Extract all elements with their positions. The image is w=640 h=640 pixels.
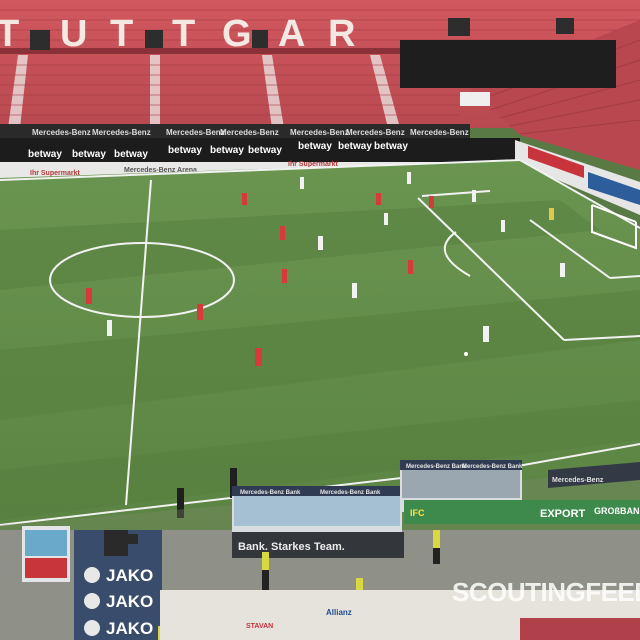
stand-letter: T (172, 13, 195, 55)
stand-letter: T (110, 13, 133, 55)
ad-jako-text: JAKO (106, 619, 153, 638)
away-player (501, 220, 505, 232)
ad-bank-text: Mercedes-Benz Bank (240, 490, 301, 496)
ad-grossbank-text: GROßBANK (594, 506, 640, 516)
home-player (197, 304, 203, 320)
away-player (483, 326, 489, 342)
away-player (318, 236, 323, 250)
ad-betway-text: betway (374, 141, 408, 152)
ad-stavan-text: STAVAN (246, 623, 273, 630)
ad-betway-text: betway (72, 149, 106, 160)
ad-export-text: EXPORT (540, 508, 586, 520)
ad-betway-text: betway (168, 145, 202, 156)
ad-betway-text: betway (338, 141, 372, 152)
ad-jako-text: JAKO (106, 566, 153, 585)
home-player (429, 196, 434, 208)
home-player (376, 193, 381, 205)
ad-jako-text: JAKO (106, 592, 153, 611)
ad-ifc-text: IFC (410, 508, 425, 518)
dugout-box (22, 526, 70, 582)
ad-mercedes-text: Mercedes-Benz (32, 128, 91, 137)
stand-letter: U (60, 13, 87, 55)
home-player (408, 260, 413, 274)
ad-allianz-text: Allianz (326, 608, 352, 617)
ad-betway-text: betway (114, 149, 148, 160)
home-player (282, 269, 287, 283)
ad-mercedes-text: Mercedes-Benz (346, 128, 405, 137)
stand-entrance-box (460, 92, 490, 106)
ad-mercedes-text: Mercedes-Benz (220, 128, 279, 137)
bottom-stand-seats (520, 618, 640, 640)
ad-bank-text: Mercedes-Benz Bank (462, 464, 523, 470)
away-player (107, 320, 112, 336)
away-player (384, 213, 388, 225)
home-player (255, 348, 262, 366)
ad-board-mercedes-upper: Mercedes-Benz Mercedes-Benz Mercedes-Ben… (32, 128, 469, 137)
ad-mercedes-text: Mercedes-Benz (410, 128, 469, 137)
jako-logos: JAKO JAKO JAKO (84, 566, 153, 638)
ad-betway-text: betway (298, 141, 332, 152)
goalkeeper (549, 208, 554, 220)
stadium-broadcast-frame: T U T T G A R Mercedes-Benz Mercedes-Ben… (0, 0, 640, 640)
ad-mercedes-text: Mercedes-Benz (166, 128, 225, 137)
away-player (472, 190, 476, 202)
away-player (407, 172, 411, 184)
stand-letter: T (0, 13, 19, 55)
ball (464, 352, 468, 356)
stand-letter: R (328, 13, 355, 55)
ad-betway-text: betway (248, 145, 282, 156)
away-player (300, 177, 304, 189)
stadium-scene: T U T T G A R Mercedes-Benz Mercedes-Ben… (0, 0, 640, 640)
home-player (280, 226, 285, 240)
ad-betway-text: betway (210, 145, 244, 156)
stand-letter: A (278, 13, 305, 55)
watermark: SCOUTINGFEED (452, 577, 640, 607)
ad-bank-text: Mercedes-Benz Bank (320, 490, 381, 496)
home-player (242, 193, 247, 205)
stand-letter: G (222, 13, 252, 55)
ad-mercedes-text: Mercedes-Benz (290, 128, 349, 137)
home-player (86, 288, 92, 304)
ad-mercedes-text: Mercedes-Benz (92, 128, 151, 137)
away-player (352, 283, 357, 298)
away-player (560, 263, 565, 277)
ad-betway-text: betway (28, 149, 62, 160)
ad-bank-text: Mercedes-Benz Bank (406, 464, 467, 470)
ad-mercedes-text: Mercedes-Benz (552, 477, 604, 484)
redaction-box (400, 40, 616, 88)
ad-bank-slogan-text: Bank. Starkes Team. (238, 541, 345, 553)
